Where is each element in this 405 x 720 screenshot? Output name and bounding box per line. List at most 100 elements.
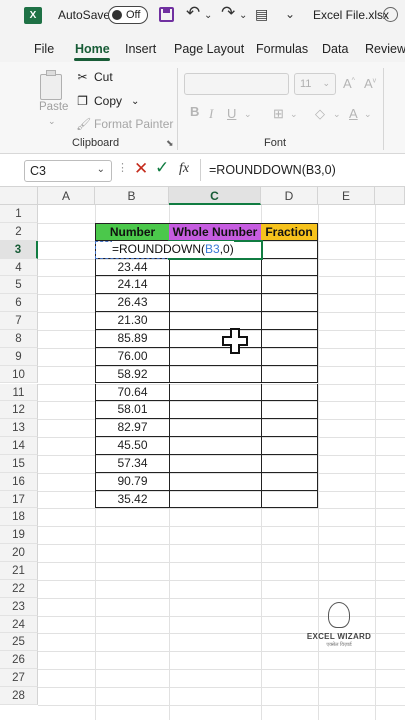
row-header-11[interactable]: 11 [0,383,38,402]
row-header-21[interactable]: 21 [0,562,38,580]
number-cell[interactable]: 24.14 [95,276,170,295]
row-header-5[interactable]: 5 [0,276,38,295]
whole-number-cell[interactable] [169,258,262,277]
number-cell[interactable]: 45.50 [95,437,170,455]
whole-number-cell[interactable] [169,490,262,509]
chevron-down-icon[interactable]: ⌄ [97,164,105,175]
number-cell[interactable]: 21.30 [95,312,170,330]
fraction-cell[interactable] [261,401,318,420]
row-header-1[interactable]: 1 [0,205,38,223]
enter-entry-icon[interactable]: ✓ [155,158,169,178]
column-header-d[interactable]: D [261,187,318,205]
header-fraction[interactable]: Fraction [261,223,318,241]
row-header-12[interactable]: 12 [0,401,38,420]
underline-dropdown-chevron-icon[interactable]: ⌄ [244,109,252,120]
fraction-cell[interactable] [261,472,318,491]
tab-formulas[interactable]: Formulas [256,42,308,56]
redo-icon[interactable]: ↷ [221,3,235,23]
undo-icon[interactable]: ↶ [186,3,200,23]
row-header-22[interactable]: 22 [0,579,38,598]
row-header-4[interactable]: 4 [0,258,38,277]
row-header-23[interactable]: 23 [0,597,38,616]
whole-number-cell[interactable] [169,472,262,491]
tab-home[interactable]: Home [75,42,110,56]
tab-insert[interactable]: Insert [125,42,156,56]
fraction-cell[interactable] [261,419,318,438]
row-header-16[interactable]: 16 [0,472,38,491]
fraction-cell[interactable] [261,294,318,313]
row-header-7[interactable]: 7 [0,312,38,330]
form-icon[interactable]: ▤ [255,6,268,23]
number-cell[interactable]: 82.97 [95,419,170,438]
account-icon[interactable] [383,7,398,22]
row-header-3[interactable]: 3 [0,240,38,259]
tab-page-layout[interactable]: Page Layout [174,42,244,56]
insert-function-icon[interactable]: fx [179,161,189,177]
whole-number-cell[interactable] [169,419,262,438]
row-header-20[interactable]: 20 [0,544,38,562]
row-header-9[interactable]: 9 [0,347,38,366]
number-cell[interactable]: 26.43 [95,294,170,313]
row-header-15[interactable]: 15 [0,454,38,473]
clipboard-dialog-launcher-icon[interactable]: ⬊ [166,138,174,149]
autosave-toggle[interactable]: Off [108,6,148,24]
bold-button[interactable]: B [190,104,199,119]
column-header-f[interactable] [375,187,405,205]
increase-font-size-icon[interactable]: A^ [343,76,355,91]
whole-number-cell[interactable] [169,401,262,420]
column-header-a[interactable]: A [38,187,95,205]
whole-number-cell[interactable] [169,454,262,473]
fraction-cell[interactable] [261,258,318,277]
header-number[interactable]: Number [95,223,170,241]
select-all-corner[interactable] [0,187,38,205]
formula-input[interactable]: =ROUNDDOWN(B3,0) [209,163,336,177]
whole-number-cell[interactable] [169,365,262,384]
fill-color-icon[interactable]: ◇ [315,106,325,122]
number-cell[interactable]: 58.92 [95,365,170,384]
fraction-cell[interactable] [261,347,318,366]
number-cell[interactable]: 85.89 [95,329,170,348]
whole-number-cell[interactable] [169,383,262,402]
font-name-select[interactable] [184,73,289,95]
fraction-cell[interactable] [261,329,318,348]
underline-button[interactable]: U [227,106,236,121]
worksheet-grid[interactable]: A B C D E 1 2 3 4 5 6 7 8 9 10 11 12 13 14 15 16 17 18 19 2… [0,187,405,720]
borders-icon[interactable]: ⊞ [273,106,284,122]
redo-dropdown-chevron-icon[interactable]: ⌄ [239,10,247,21]
row-header-14[interactable]: 14 [0,437,38,455]
customize-toolbar-chevron-icon[interactable]: ⌄ [285,7,295,21]
undo-dropdown-chevron-icon[interactable]: ⌄ [204,10,212,21]
number-cell[interactable]: 76.00 [95,347,170,366]
row-header-18[interactable]: 18 [0,508,38,527]
row-header-28[interactable]: 28 [0,686,38,705]
number-cell[interactable]: 23.44 [95,258,170,277]
italic-button[interactable]: I [209,106,213,122]
paste-icon[interactable] [40,70,64,100]
number-cell[interactable]: 70.64 [95,383,170,402]
number-cell[interactable]: 35.42 [95,490,170,509]
row-header-8[interactable]: 8 [0,329,38,348]
column-header-c[interactable]: C [169,187,261,205]
fraction-cell[interactable] [261,365,318,384]
tab-review[interactable]: Review [365,42,405,56]
header-whole-number[interactable]: Whole Number [169,223,262,241]
copy-dropdown-chevron-icon[interactable]: ⌄ [131,96,139,107]
whole-number-cell[interactable] [169,276,262,295]
save-icon[interactable] [159,7,174,22]
row-header-26[interactable]: 26 [0,651,38,670]
row-header-19[interactable]: 19 [0,526,38,545]
fraction-cell[interactable] [261,437,318,455]
fraction-cell[interactable] [261,454,318,473]
cancel-entry-icon[interactable]: ✕ [134,159,148,179]
paste-dropdown-chevron-icon[interactable]: ⌄ [48,116,56,127]
row-header-2[interactable]: 2 [0,222,38,241]
name-box[interactable]: C3 ⌄ [24,160,112,182]
row-header-10[interactable]: 10 [0,365,38,384]
fraction-cell[interactable] [261,312,318,330]
whole-number-cell[interactable] [169,437,262,455]
row-header-13[interactable]: 13 [0,419,38,438]
row-header-6[interactable]: 6 [0,294,38,313]
decrease-font-size-icon[interactable]: Av [364,76,376,91]
tab-data[interactable]: Data [322,42,348,56]
tab-file[interactable]: File [34,42,54,56]
